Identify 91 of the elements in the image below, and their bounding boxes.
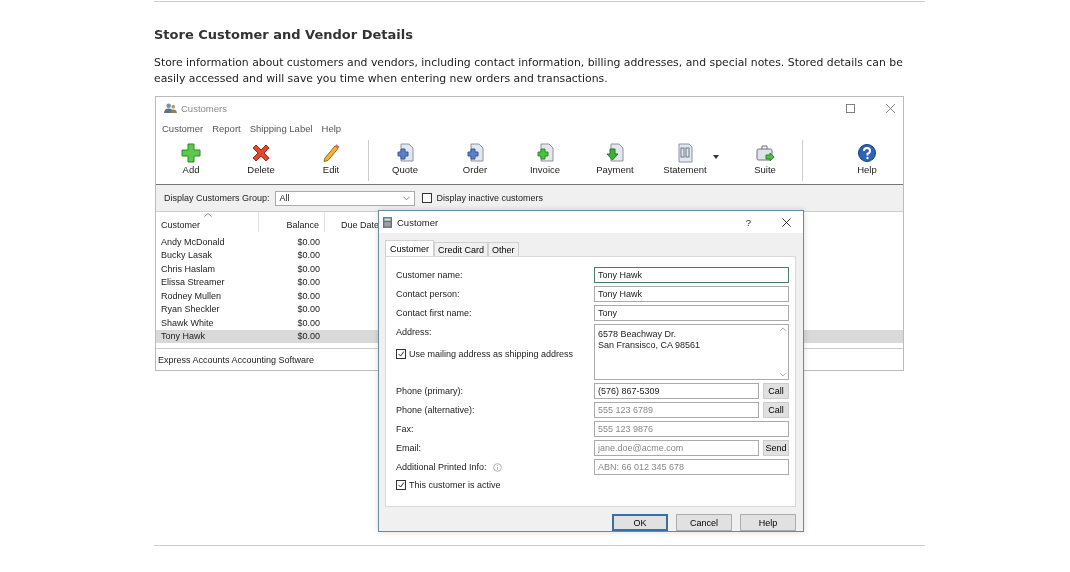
table-cell-text: Ryan Sheckler [160,304,221,315]
field-button[interactable]: Call [763,402,789,418]
field-label: Email: [396,443,421,453]
field-label: Address: [396,327,432,337]
document-plus-icon [465,143,485,163]
calculator-icon [383,216,392,228]
toolbar-button[interactable]: Payment [580,137,650,184]
table-cell-text: $0.00 [296,331,321,342]
checkbox[interactable] [396,480,406,490]
section-description: Store information about customers and vendors, including contact information, billing addresses, and special notes. Stored details can be easily accessed and will save you time when entering new orders and transactions. [154,55,904,86]
table-cell-text: $0.00 [296,236,321,247]
group-label: Display Customers Group: [164,193,270,203]
table-cell-text: Elissa Streamer [160,277,226,288]
maximize-icon[interactable] [846,103,855,113]
field-label: Phone (alternative): [396,405,475,415]
field-label: Customer name: [396,270,463,280]
input-field[interactable]: 555 123 9876 [594,421,789,437]
document-columns-icon [675,143,695,163]
document-arrow-icon [605,143,625,163]
menu-item[interactable]: Report [212,122,241,134]
close-icon[interactable] [782,217,791,227]
toolbar-button[interactable]: Edit [296,137,366,184]
toolbar-button[interactable]: Add [156,137,226,184]
toolbar-button[interactable]: Delete [226,137,296,184]
dialog-title: Customer [397,216,439,228]
menu-item[interactable]: Help [321,122,342,134]
help-button[interactable]: ? [745,216,751,228]
chevron-down-icon [402,195,410,201]
field-label: Contact first name: [396,308,472,318]
field-label: Additional Printed Info: [396,462,487,472]
document-plus-icon [395,143,415,163]
scrollbar[interactable] [778,325,788,379]
toolbar-button[interactable]: Invoice [510,137,580,184]
input-field[interactable]: Tony Hawk [594,267,789,283]
address-field[interactable]: 6578 Beachway Dr. San Fransisco, CA 98561 [594,324,789,380]
table-cell-text: $0.00 [296,263,321,274]
table-cell-text: $0.00 [296,317,321,328]
toolbar-button[interactable]: Statement [650,137,730,184]
sort-caret-icon [204,213,212,217]
column-header[interactable]: Customer [156,212,259,232]
table-cell-text: $0.00 [296,290,321,301]
people-icon [164,102,177,114]
checkbox-label: Display inactive customers [436,193,544,203]
dialog-button[interactable]: OK [612,514,668,531]
checkbox-label: This customer is active [409,480,501,490]
checkbox[interactable] [421,193,432,203]
checkbox-label: Use mailing address as shipping address [409,349,574,359]
toolbar-button[interactable]: Suite [730,137,800,184]
table-cell-text: Andy McDonald [160,236,226,247]
table-cell-text: Rodney Mullen [160,290,223,301]
input-field[interactable]: ABN: 66 012 345 678 [594,459,789,475]
window-title: Customers [181,102,227,114]
table-cell-text: Shawk White [160,317,215,328]
column-header[interactable]: Balance [259,212,325,232]
pencil-icon [321,143,341,163]
tab[interactable]: Customer [385,240,434,256]
input-field[interactable]: (576) 867-5309 [594,383,759,399]
table-cell-text: Bucky Lasak [160,250,214,261]
checkbox[interactable] [396,349,406,359]
table-cell-text: Chris Haslam [160,263,216,274]
group-dropdown[interactable]: All [274,190,415,206]
toolbar-button[interactable]: Quote [370,137,440,184]
toolbar-button[interactable]: Order [440,137,510,184]
plus-icon [181,143,201,163]
field-label: Contact person: [396,289,460,299]
input-field[interactable]: 555 123 6789 [594,402,759,418]
caret-icon [713,155,719,159]
tab[interactable]: Other [488,242,519,256]
table-cell-text: $0.00 [296,250,321,261]
status-text: Express Accounts Accounting Software [158,354,315,365]
toolbar-button[interactable]: Help [832,137,902,184]
dialog-button[interactable]: Help [740,514,796,531]
input-field[interactable]: Tony [594,305,789,321]
help-icon [857,143,877,163]
tab[interactable]: Credit Card [434,242,489,256]
cross-icon [251,143,271,163]
table-cell-text: Tony Hawk [160,331,206,342]
field-label: Fax: [396,424,414,434]
menu-item[interactable]: Shipping Label [249,122,313,134]
table-cell-text: $0.00 [296,277,321,288]
input-field[interactable]: jane.doe@acme.com [594,440,759,456]
section-heading: Store Customer and Vendor Details [154,26,414,44]
menu-item[interactable]: Customer [162,122,204,134]
briefcase-icon [755,143,775,163]
field-label: Phone (primary): [396,386,464,396]
input-field[interactable]: Tony Hawk [594,286,789,302]
dialog-button[interactable]: Cancel [676,514,732,531]
document-plus-icon [535,143,555,163]
table-cell-text: $0.00 [296,304,321,315]
field-button[interactable]: Call [763,383,789,399]
field-button[interactable]: Send [763,440,789,456]
